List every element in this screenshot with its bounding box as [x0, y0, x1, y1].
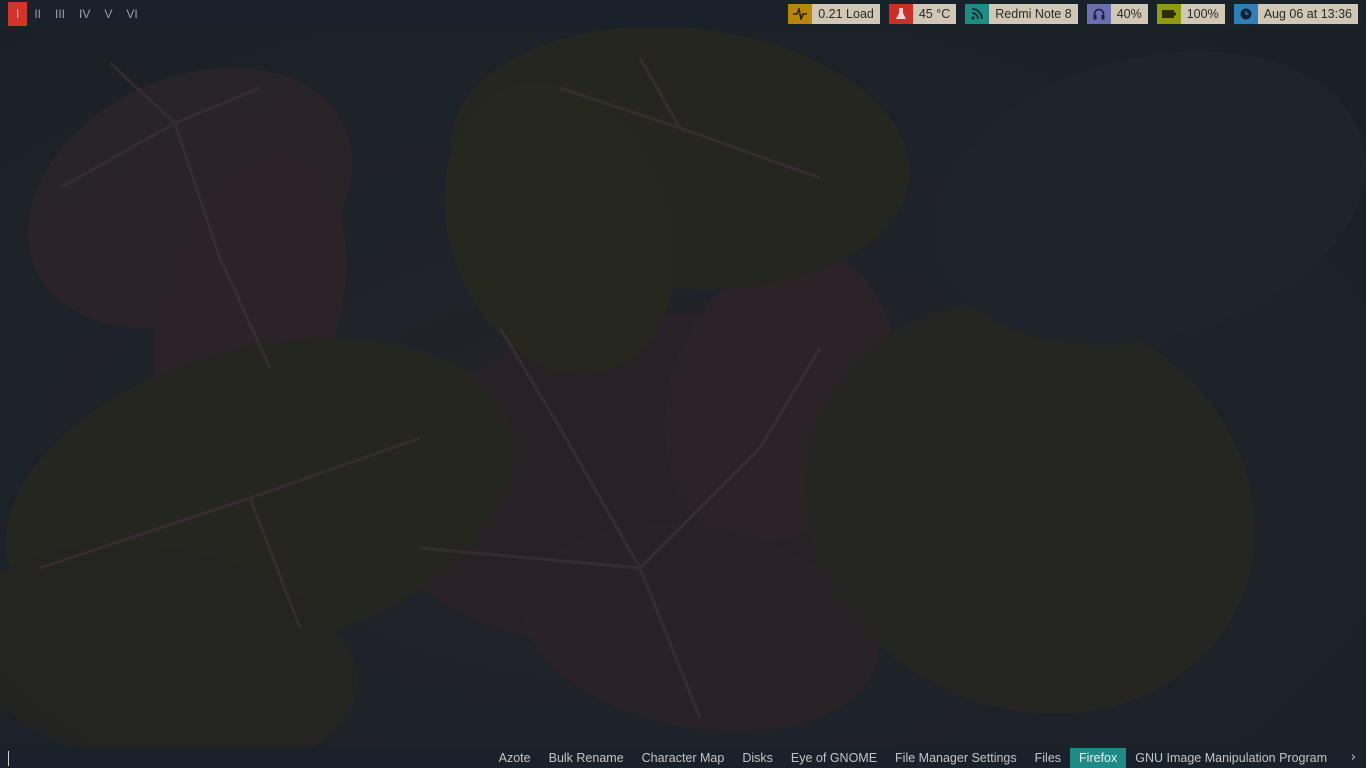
battery-module[interactable]: 100%	[1156, 4, 1225, 24]
headphones-icon	[1086, 4, 1111, 24]
volume-value: 40%	[1110, 4, 1148, 24]
clock-value: Aug 06 at 13:36	[1257, 4, 1358, 24]
workspace-2-button[interactable]: II	[27, 2, 48, 26]
battery-value: 100%	[1180, 4, 1225, 24]
workspace-1-button[interactable]: I	[8, 2, 28, 26]
volume-module[interactable]: 40%	[1086, 4, 1148, 24]
workspace-switcher: I II III IV V VI	[8, 2, 145, 26]
task-files[interactable]: Files	[1026, 748, 1070, 768]
clock-module[interactable]: Aug 06 at 13:36	[1233, 4, 1358, 24]
bottom-taskbar: Azote Bulk Rename Character Map Disks Ey…	[0, 748, 1366, 768]
thermometer-icon	[888, 4, 913, 24]
load-module[interactable]: 0.21 Load	[788, 4, 880, 24]
load-value: 0.21 Load	[812, 4, 880, 24]
network-name: Redmi Note 8	[989, 4, 1078, 24]
task-file-manager-settings[interactable]: File Manager Settings	[886, 748, 1026, 768]
network-module[interactable]: Redmi Note 8	[965, 4, 1078, 24]
launcher-cursor[interactable]	[8, 751, 9, 766]
wifi-icon	[965, 4, 990, 24]
task-eye-of-gnome[interactable]: Eye of GNOME	[782, 748, 886, 768]
workspace-3-button[interactable]: III	[48, 2, 72, 26]
battery-icon	[1156, 4, 1181, 24]
temperature-module[interactable]: 45 °C	[888, 4, 957, 24]
task-gimp[interactable]: GNU Image Manipulation Program	[1126, 748, 1336, 768]
task-character-map[interactable]: Character Map	[633, 748, 734, 768]
chevron-right-icon[interactable]: ›	[1351, 748, 1356, 768]
task-firefox[interactable]: Firefox	[1070, 748, 1127, 768]
pulse-icon	[788, 4, 813, 24]
task-disks[interactable]: Disks	[733, 748, 782, 768]
status-modules: 0.21 Load 45 °C Redmi Note 8 40% 100% Au…	[788, 4, 1358, 24]
workspace-5-button[interactable]: V	[97, 2, 119, 26]
workspace-6-button[interactable]: VI	[119, 2, 144, 26]
top-panel: I II III IV V VI 0.21 Load 45 °C Redmi N…	[0, 0, 1366, 28]
task-azote[interactable]: Azote	[490, 748, 540, 768]
task-bulk-rename[interactable]: Bulk Rename	[540, 748, 633, 768]
clock-icon	[1233, 4, 1258, 24]
task-list: Azote Bulk Rename Character Map Disks Ey…	[490, 748, 1336, 768]
desktop-wallpaper	[0, 28, 1366, 748]
leaf-pattern	[0, 28, 1366, 748]
workspace-4-button[interactable]: IV	[72, 2, 97, 26]
temperature-value: 45 °C	[912, 4, 957, 24]
